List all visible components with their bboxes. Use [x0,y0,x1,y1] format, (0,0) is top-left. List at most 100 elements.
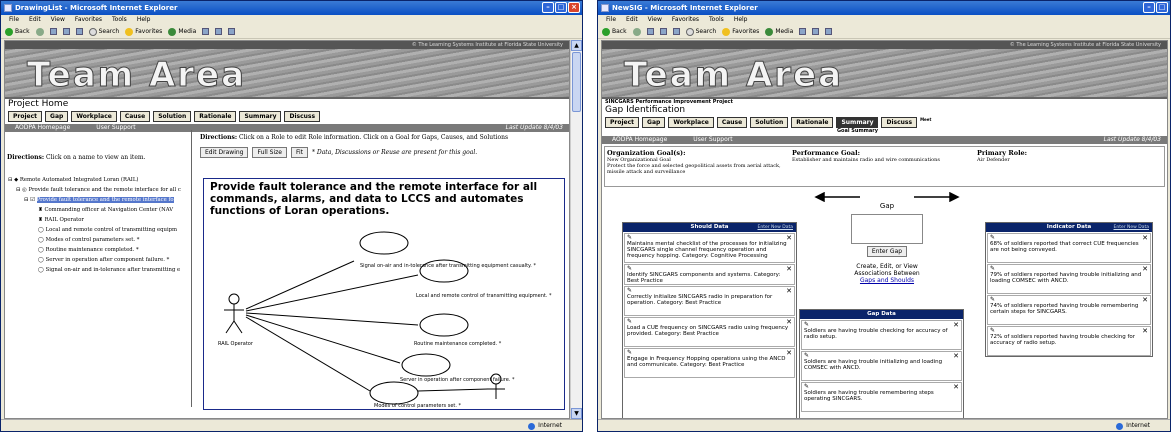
menu-help[interactable]: Help [734,15,748,25]
indicator-entry[interactable]: ✎ ✕ 79% of soldiers reported having troubl… [987,264,1151,294]
maximize-button[interactable]: □ [555,2,567,13]
tab-meet[interactable]: Meet [920,117,931,122]
refresh-icon[interactable] [659,28,667,35]
tree-node-root[interactable]: ⊟ ◆ Remote Automated Integrated Loran (R… [8,175,191,185]
menu-edit[interactable]: Edit [626,15,638,25]
tree-node-usecase[interactable]: ◯ Modes of control parameters set. * [8,235,191,245]
delete-icon[interactable]: ✕ [786,235,792,242]
tab-gap[interactable]: Gap [642,117,666,128]
history-icon[interactable] [799,28,807,35]
minimize-button[interactable]: – [542,2,554,13]
forward-arrow-icon[interactable] [632,27,641,36]
goal-title[interactable]: Provide fault tolerance and the remote i… [204,179,564,219]
tab-summary[interactable]: Summary [836,117,879,128]
print-icon[interactable] [825,28,833,35]
tab-rationale[interactable]: Rationale [194,111,237,122]
usecase-ellipse[interactable] [419,313,469,337]
delete-icon[interactable]: ✕ [786,350,792,357]
delete-icon[interactable]: ✕ [1142,235,1148,242]
tab-discuss[interactable]: Discuss [881,117,918,128]
edit-drawing-button[interactable]: Edit Drawing [200,147,249,158]
goal-summary-link[interactable]: Goal Summary [837,128,878,134]
home-icon[interactable] [75,28,83,35]
delete-icon[interactable]: ✕ [953,353,959,360]
full-size-button[interactable]: Full Size [252,147,287,158]
gaps-and-shoulds-link[interactable]: Gaps and Shoulds [802,277,972,284]
fit-button[interactable]: Fit [290,147,309,158]
tab-workplace[interactable]: Workplace [668,117,714,128]
scroll-thumb[interactable] [572,52,581,112]
menu-view[interactable]: View [51,15,65,25]
gap-entry[interactable]: ✎ ✕ Soldiers are having trouble checking f… [801,320,962,350]
tab-cause[interactable]: Cause [119,111,151,122]
minimize-button[interactable]: – [1143,2,1155,13]
tab-project[interactable]: Project [605,117,640,128]
menu-favorites[interactable]: Favorites [75,15,102,25]
close-button[interactable]: × [568,2,580,13]
print-icon[interactable] [228,28,236,35]
delete-icon[interactable]: ✕ [953,322,959,329]
enter-gap-button[interactable]: Enter Gap [866,246,908,257]
history-icon[interactable] [202,28,210,35]
menu-view[interactable]: View [648,15,662,25]
tab-rationale[interactable]: Rationale [791,117,834,128]
tree-node-role[interactable]: ♜ Commanding officer at Navigation Cente… [8,205,191,215]
search-button[interactable]: Search [685,27,716,36]
media-button[interactable]: Media [765,27,793,36]
usecase-ellipse[interactable] [369,381,419,405]
tree-node-selected[interactable]: ⊟ ☑ Provide fault tolerance and the remo… [8,195,191,205]
gap-textarea[interactable] [851,214,923,244]
delete-icon[interactable]: ✕ [953,384,959,391]
should-entry[interactable]: ✎ ✕ Identify SINCGARS components and syste… [624,264,795,285]
menu-edit[interactable]: Edit [29,15,41,25]
favorites-button[interactable]: Favorites [722,27,759,36]
mail-icon[interactable] [215,28,223,35]
back-button[interactable]: Back [5,27,30,36]
delete-icon[interactable]: ✕ [1142,266,1148,273]
tab-cause[interactable]: Cause [716,117,748,128]
delete-icon[interactable]: ✕ [786,319,792,326]
vertical-scrollbar[interactable]: ▲ ▼ [570,40,582,419]
tab-summary[interactable]: Summary [239,111,282,122]
refresh-icon[interactable] [62,28,70,35]
back-button[interactable]: Back [602,27,627,36]
scroll-up-arrow[interactable]: ▲ [571,40,582,51]
tab-workplace[interactable]: Workplace [71,111,117,122]
tree-node-usecase[interactable]: ◯ Routine maintenance completed. * [8,245,191,255]
stop-icon[interactable] [49,28,57,35]
tab-gap[interactable]: Gap [45,111,69,122]
menu-tools[interactable]: Tools [709,15,724,25]
tree-node-usecase[interactable]: ◯ Server in operation after component fa… [8,255,191,265]
gap-entry[interactable]: ✎ ✕ Soldiers are having trouble rememberin… [801,382,962,412]
menu-file[interactable]: File [9,15,19,25]
delete-icon[interactable]: ✕ [1142,328,1148,335]
search-button[interactable]: Search [88,27,119,36]
stop-icon[interactable] [646,28,654,35]
usecase-ellipse[interactable] [401,353,451,377]
should-entry[interactable]: ✎ ✕ Maintains mental checklist of the proc… [624,233,795,263]
forward-arrow-icon[interactable] [35,27,44,36]
gap-entry[interactable]: ✎ ✕ Soldiers are having trouble initializi… [801,351,962,381]
tree-node-usecase[interactable]: ◯ Local and remote control of transmitti… [8,225,191,235]
should-entry[interactable]: ✎ ✕ Engage in Frequency Hopping operations… [624,348,795,378]
should-entry[interactable]: ✎ ✕ Correctly initialize SINCGARS radio in… [624,286,795,316]
favorites-button[interactable]: Favorites [125,27,162,36]
menu-file[interactable]: File [606,15,616,25]
indicator-entry[interactable]: ✎ ✕ 72% of soldiers reported having troubl… [987,326,1151,356]
aodpa-homepage-link[interactable]: AODPA Homepage [612,136,667,144]
delete-icon[interactable]: ✕ [786,266,792,273]
indicator-entry[interactable]: ✎ ✕ 74% of soldiers reported having troubl… [987,295,1151,325]
menu-favorites[interactable]: Favorites [672,15,699,25]
enter-new-data-link[interactable]: Enter New Data [758,223,794,232]
actor-label[interactable]: RAIL Operator [218,341,254,347]
mail-icon[interactable] [812,28,820,35]
tab-solution[interactable]: Solution [153,111,192,122]
should-entry[interactable]: ✎ ✕ Load a CUE frequency on SINCGARS radio… [624,317,795,347]
user-support-link[interactable]: User Support [693,136,732,144]
home-icon[interactable] [672,28,680,35]
tab-solution[interactable]: Solution [750,117,789,128]
tree-node-goal[interactable]: ⊟ ◎ Provide fault tolerance and the remo… [8,185,191,195]
menu-tools[interactable]: Tools [112,15,127,25]
scroll-down-arrow[interactable]: ▼ [571,408,582,419]
enter-new-data-link[interactable]: Enter New Data [1114,223,1150,232]
